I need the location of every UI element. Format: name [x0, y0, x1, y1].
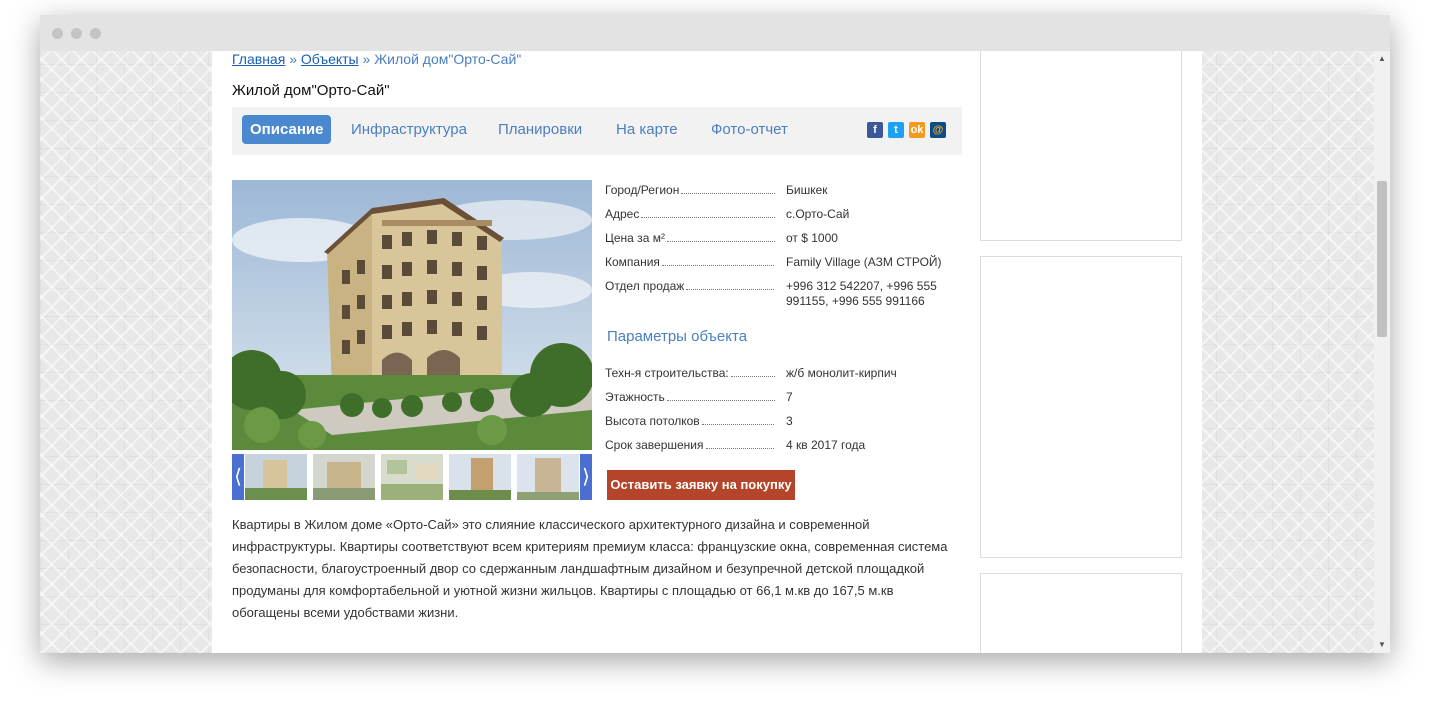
- spec-label-city: Город/Регион: [605, 183, 775, 197]
- thumbnail-5[interactable]: [517, 454, 579, 500]
- dotted-leader: [701, 424, 775, 425]
- twitter-icon[interactable]: t: [888, 122, 904, 138]
- dotted-leader: [730, 376, 775, 377]
- param-label-floors: Этажность: [605, 390, 775, 404]
- dotted-leader: [705, 448, 775, 449]
- spec-value-address: с.Орто-Сай: [786, 207, 850, 221]
- scroll-thumb[interactable]: [1377, 181, 1387, 337]
- sidebar-ad-1[interactable]: [980, 51, 1182, 241]
- thumbnail-next-arrow-icon[interactable]: ⟩: [580, 454, 592, 500]
- param-label-text: Техн-я строительства:: [605, 366, 729, 380]
- page-title: Жилой дом"Орто-Сай": [232, 82, 390, 99]
- spec-label-text: Город/Регион: [605, 183, 680, 197]
- tab-infrastructure[interactable]: Инфраструктура: [351, 115, 467, 144]
- breadcrumb-current: Жилой дом"Орто-Сай": [374, 51, 522, 67]
- spec-label-company: Компания: [605, 255, 775, 269]
- breadcrumb-separator: »: [362, 51, 371, 67]
- spec-label-text: Компания: [605, 255, 660, 269]
- sidebar-ad-2[interactable]: [980, 256, 1182, 558]
- tab-description[interactable]: Описание: [242, 115, 332, 144]
- spec-value-company: Family Village (АЗМ СТРОЙ): [786, 255, 942, 269]
- breadcrumb-home-link[interactable]: Главная: [232, 51, 285, 67]
- thumbnail-strip: ⟨ ⟩: [232, 454, 592, 500]
- dotted-leader: [681, 193, 775, 194]
- main-building-photo[interactable]: [232, 180, 592, 450]
- param-label-text: Этажность: [605, 390, 665, 404]
- title-bar: [40, 15, 1390, 51]
- window-maximize-dot[interactable]: [90, 28, 101, 39]
- thumbnail-2[interactable]: [313, 454, 375, 500]
- thumbnail-3[interactable]: [381, 454, 443, 500]
- window-close-dot[interactable]: [52, 28, 63, 39]
- thumbnail-1[interactable]: [245, 454, 307, 500]
- facebook-icon[interactable]: f: [867, 122, 883, 138]
- dotted-leader: [686, 289, 775, 290]
- buy-request-button[interactable]: Оставить заявку на покупку: [607, 470, 795, 500]
- dotted-leader: [641, 217, 775, 218]
- param-label-text: Высота потолков: [605, 414, 700, 428]
- spec-value-city: Бишкек: [786, 183, 828, 197]
- param-value-ceiling: 3: [786, 414, 793, 428]
- breadcrumb: Главная » Объекты » Жилой дом"Орто-Сай": [232, 51, 521, 67]
- dotted-leader: [666, 400, 775, 401]
- tab-map[interactable]: На карте: [616, 115, 678, 144]
- dotted-leader: [661, 265, 775, 266]
- sidebar-ad-3[interactable]: [980, 573, 1182, 653]
- spec-label-price: Цена за м²: [605, 231, 775, 245]
- spec-value-price: от $ 1000: [786, 231, 838, 245]
- breadcrumb-objects-link[interactable]: Объекты: [301, 51, 359, 67]
- tab-photo-report[interactable]: Фото-отчет: [711, 115, 788, 144]
- spec-label-text: Цена за м²: [605, 231, 665, 245]
- page-scrollbar[interactable]: ▲ ▼: [1374, 51, 1390, 653]
- param-label-completion: Срок завершения: [605, 438, 775, 452]
- content-page: Главная » Объекты » Жилой дом"Орто-Сай" …: [212, 51, 1202, 653]
- tab-bar: Описание Инфраструктура Планировки На ка…: [232, 107, 962, 155]
- spec-label-text: Отдел продаж: [605, 279, 685, 293]
- mail-icon[interactable]: @: [930, 122, 946, 138]
- tab-layouts[interactable]: Планировки: [498, 115, 582, 144]
- scroll-down-arrow-icon[interactable]: ▼: [1374, 637, 1390, 653]
- param-label-text: Срок завершения: [605, 438, 704, 452]
- params-title: Параметры объекта: [607, 328, 748, 345]
- dotted-leader: [666, 241, 775, 242]
- browser-window: Главная » Объекты » Жилой дом"Орто-Сай" …: [40, 15, 1390, 653]
- param-value-technology: ж/б монолит-кирпич: [786, 366, 897, 380]
- param-label-ceiling: Высота потолков: [605, 414, 775, 428]
- page-viewport: Главная » Объекты » Жилой дом"Орто-Сай" …: [40, 51, 1390, 653]
- param-value-completion: 4 кв 2017 года: [786, 438, 866, 452]
- spec-label-sales: Отдел продаж: [605, 279, 775, 293]
- param-label-technology: Техн-я строительства:: [605, 366, 775, 380]
- odnoklassniki-icon[interactable]: ok: [909, 122, 925, 138]
- next-paragraph-cutoff: [232, 644, 962, 653]
- window-minimize-dot[interactable]: [71, 28, 82, 39]
- spec-label-address: Адрес: [605, 207, 775, 221]
- spec-label-text: Адрес: [605, 207, 640, 221]
- description-text: Квартиры в Жилом доме «Орто-Сай» это сли…: [232, 517, 948, 620]
- breadcrumb-separator: »: [289, 51, 297, 67]
- thumbnail-4[interactable]: [449, 454, 511, 500]
- param-value-floors: 7: [786, 390, 793, 404]
- scroll-up-arrow-icon[interactable]: ▲: [1374, 51, 1390, 67]
- thumbnail-prev-arrow-icon[interactable]: ⟨: [232, 454, 244, 500]
- spec-value-sales: +996 312 542207, +996 555 991155, +996 5…: [786, 279, 937, 308]
